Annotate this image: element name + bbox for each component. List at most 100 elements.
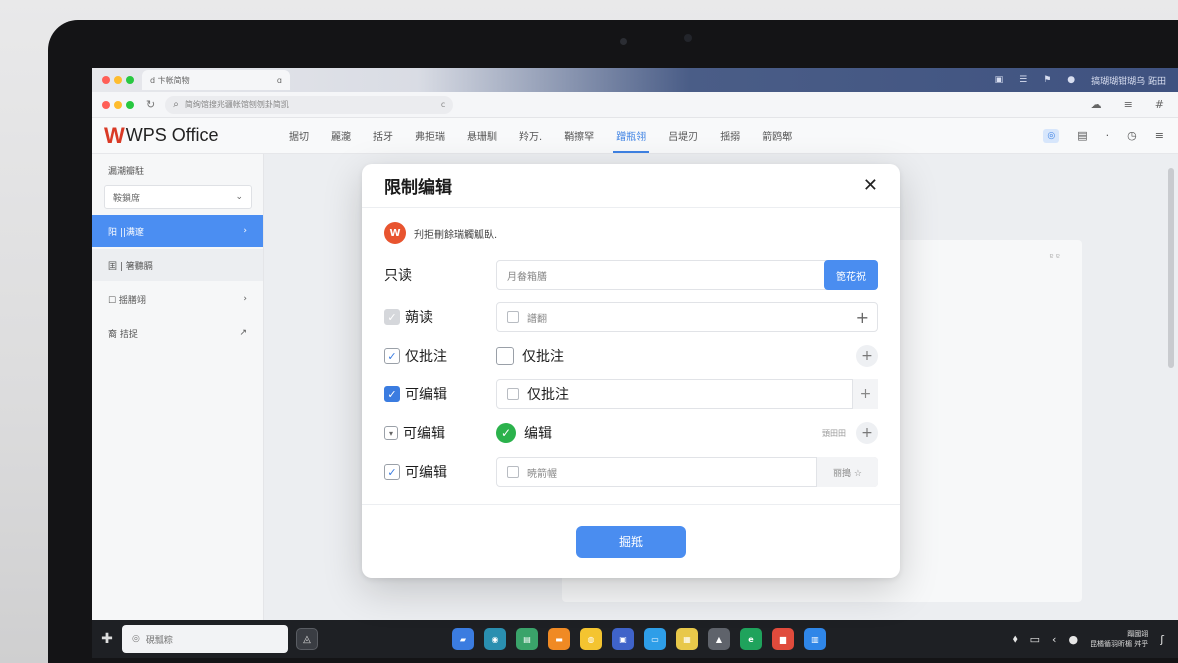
permission-aside-text: 頭田田 bbox=[822, 428, 846, 438]
sidebar-item-label: 阳 ||满邃 bbox=[108, 227, 144, 238]
grid-icon[interactable]: # bbox=[1155, 98, 1164, 111]
history-icon[interactable]: ◷ bbox=[1127, 129, 1137, 142]
window-controls-secondary bbox=[102, 100, 134, 109]
app-icon-sky[interactable]: ▭ bbox=[644, 628, 666, 650]
dialog-footer: 掘羝 bbox=[362, 504, 900, 578]
more-icon[interactable]: ≡ bbox=[1155, 129, 1164, 142]
printer-icon[interactable]: ▤ bbox=[1077, 129, 1087, 142]
cloud-icon[interactable]: ☁ bbox=[1091, 98, 1102, 111]
split-icon[interactable]: ▣ bbox=[995, 75, 1004, 85]
menu-item-2[interactable]: 麗瀧 bbox=[320, 118, 362, 154]
menu-item-active[interactable]: 蹭瓶翎 bbox=[605, 118, 657, 154]
app-icon-yellow[interactable]: ▦ bbox=[676, 628, 698, 650]
checkbox-checked[interactable]: ✓ bbox=[384, 386, 400, 402]
app-icon-chrome[interactable]: ◍ bbox=[580, 628, 602, 650]
sidebar-select[interactable]: 鞍鎖席 ⌄ bbox=[104, 185, 252, 209]
app-icon-teal[interactable]: ◉ bbox=[484, 628, 506, 650]
app-icon-indigo[interactable]: ▣ bbox=[612, 628, 634, 650]
field-checkbox[interactable] bbox=[507, 388, 519, 400]
permission-label-text: 只读 bbox=[384, 268, 412, 284]
permission-action-button[interactable]: 箆花祝 bbox=[824, 260, 878, 290]
taskbar-search-placeholder: 硯瓢粽 bbox=[145, 635, 173, 646]
menu-item-6[interactable]: 羚万. bbox=[508, 118, 553, 154]
extension-icon[interactable]: ⚑ bbox=[1043, 75, 1051, 85]
reload-icon[interactable]: ↻ bbox=[146, 98, 155, 111]
edit-arrow-icon: ↗ bbox=[239, 328, 247, 338]
notification-icon[interactable]: ʃ bbox=[1160, 633, 1164, 646]
window-controls bbox=[102, 76, 134, 84]
permission-row-5: ▾ 可编辑 ✓ 编辑 頭田田 + bbox=[384, 418, 878, 448]
menu-lines-icon[interactable]: ≡ bbox=[1124, 98, 1133, 111]
browser-tab-title: d 卞帐简物 bbox=[150, 75, 190, 85]
app-icon-edge[interactable]: e bbox=[740, 628, 762, 650]
document-corner-mark: ɐ ɐ bbox=[1049, 252, 1060, 260]
permission-row-3: ✓ 仅批注 仅批注 + bbox=[384, 341, 878, 371]
clock[interactable]: 蹋國翊 昆橘循羽昕楣 舛乎 bbox=[1090, 629, 1148, 649]
address-input[interactable]: ⌕ 简绚馆搜兆疆帐馆刨刎卦简凯 c bbox=[165, 95, 454, 114]
window-icon[interactable]: ▭ bbox=[1030, 633, 1040, 646]
menu-item-7[interactable]: 鞘擦罕 bbox=[553, 118, 605, 154]
menu-item-11[interactable]: 箭鸥郫 bbox=[751, 118, 803, 154]
search-icon: ⌕ bbox=[173, 99, 179, 110]
address-text: 简绚馆搜兆疆帐馆刨刎卦简凯 bbox=[184, 100, 289, 109]
permission-input-1[interactable]: 月畚箱膳 箆花祝 bbox=[496, 260, 878, 290]
option-checkbox[interactable] bbox=[496, 347, 514, 365]
plus-circle-icon[interactable]: + bbox=[856, 345, 878, 367]
browser-tab[interactable]: d 卞帐简物 ɑ bbox=[142, 70, 290, 90]
permission-input-4[interactable]: 仅批注 + bbox=[496, 379, 878, 409]
panel-icon[interactable]: ☰ bbox=[1019, 75, 1027, 85]
checkbox-checked-outline[interactable]: ✓ bbox=[384, 348, 400, 364]
sidebar-item-1[interactable]: 阳 ||满邃 › bbox=[92, 215, 263, 247]
checkbox-checked-outline[interactable]: ✓ bbox=[384, 464, 400, 480]
permission-input-2[interactable]: 譜翻 + bbox=[496, 302, 878, 332]
permission-input-6[interactable]: 暁箭幄 丽搗 ☆ bbox=[496, 457, 878, 487]
record-icon[interactable]: ● bbox=[1068, 633, 1078, 646]
sidebar-item-4[interactable]: 裔 拮捉 ↗ bbox=[92, 317, 263, 349]
restrict-edit-dialog: 限制编辑 ✕ W 刋拒刪餘瑞觸觚臥. 只读 月畚箱膳 箆花祝 ✓ 蒴读 譜翻 +… bbox=[362, 164, 900, 578]
start-icon[interactable]: ✚ bbox=[96, 631, 118, 647]
permission-option-5[interactable]: ✓ 编辑 bbox=[496, 423, 822, 443]
permission-input-text: 暁箭幄 bbox=[527, 468, 557, 480]
sidebar-item-3[interactable]: ☐ 揺膳翊 › bbox=[92, 283, 263, 315]
address-bar-row: ↻ ⌕ 简绚馆搜兆疆帐馆刨刎卦简凯 c ☁ ≡ # bbox=[92, 92, 1178, 118]
field-checkbox[interactable] bbox=[507, 311, 519, 323]
task-view-icon[interactable]: ◬ bbox=[296, 628, 318, 650]
location-icon[interactable]: ⬧ bbox=[1013, 632, 1018, 646]
close-icon[interactable]: ✕ bbox=[863, 175, 878, 196]
menu-item-5[interactable]: 悬珊馴 bbox=[456, 118, 508, 154]
menu-item-1[interactable]: 据切 bbox=[278, 118, 320, 154]
confirm-button[interactable]: 掘羝 bbox=[576, 525, 686, 558]
plus-circle-icon[interactable]: + bbox=[856, 422, 878, 444]
maximize-dot-2[interactable] bbox=[126, 100, 134, 109]
chevron-left-icon[interactable]: ‹ bbox=[1052, 633, 1056, 646]
vertical-scrollbar[interactable] bbox=[1168, 168, 1174, 368]
maximize-dot[interactable] bbox=[126, 76, 134, 84]
permission-option-3[interactable]: 仅批注 bbox=[496, 346, 856, 366]
permission-label: ▾ 可编辑 bbox=[384, 423, 496, 443]
dot-icon[interactable]: · bbox=[1106, 129, 1110, 142]
sidebar-item-2[interactable]: 囯 | 箸聽膈 bbox=[92, 249, 263, 281]
minimize-dot[interactable] bbox=[114, 76, 122, 84]
checkbox-dropdown[interactable]: ▾ bbox=[384, 426, 398, 440]
app-icon-orange[interactable]: ▬ bbox=[548, 628, 570, 650]
app-icon-blue[interactable]: ▰ bbox=[452, 628, 474, 650]
app-icon-green[interactable]: ▤ bbox=[516, 628, 538, 650]
app-icon-lightblue[interactable]: ▥ bbox=[804, 628, 826, 650]
taskbar-search[interactable]: ◎ 硯瓢粽 bbox=[122, 625, 288, 653]
minimize-dot-2[interactable] bbox=[114, 100, 122, 109]
checkbox-disabled[interactable]: ✓ bbox=[384, 309, 400, 325]
profile-icon[interactable]: ● bbox=[1067, 75, 1075, 85]
cloud-sync-icon[interactable]: ◎ bbox=[1043, 128, 1060, 143]
menu-item-9[interactable]: 吕堤刃 bbox=[657, 118, 709, 154]
permission-side-button[interactable]: 丽搗 ☆ bbox=[816, 457, 878, 487]
plus-icon[interactable]: + bbox=[852, 379, 878, 409]
field-checkbox[interactable] bbox=[507, 466, 519, 478]
menu-item-10[interactable]: 揺搦 bbox=[709, 118, 751, 154]
close-dot-2[interactable] bbox=[102, 100, 110, 109]
app-icon-gray[interactable]: ▲ bbox=[708, 628, 730, 650]
menu-item-4[interactable]: 弗拒瑞 bbox=[404, 118, 456, 154]
app-icon-red[interactable]: ▆ bbox=[772, 628, 794, 650]
close-dot[interactable] bbox=[102, 76, 110, 84]
menu-item-3[interactable]: 括牙 bbox=[362, 118, 404, 154]
plus-icon[interactable]: + bbox=[856, 308, 869, 327]
